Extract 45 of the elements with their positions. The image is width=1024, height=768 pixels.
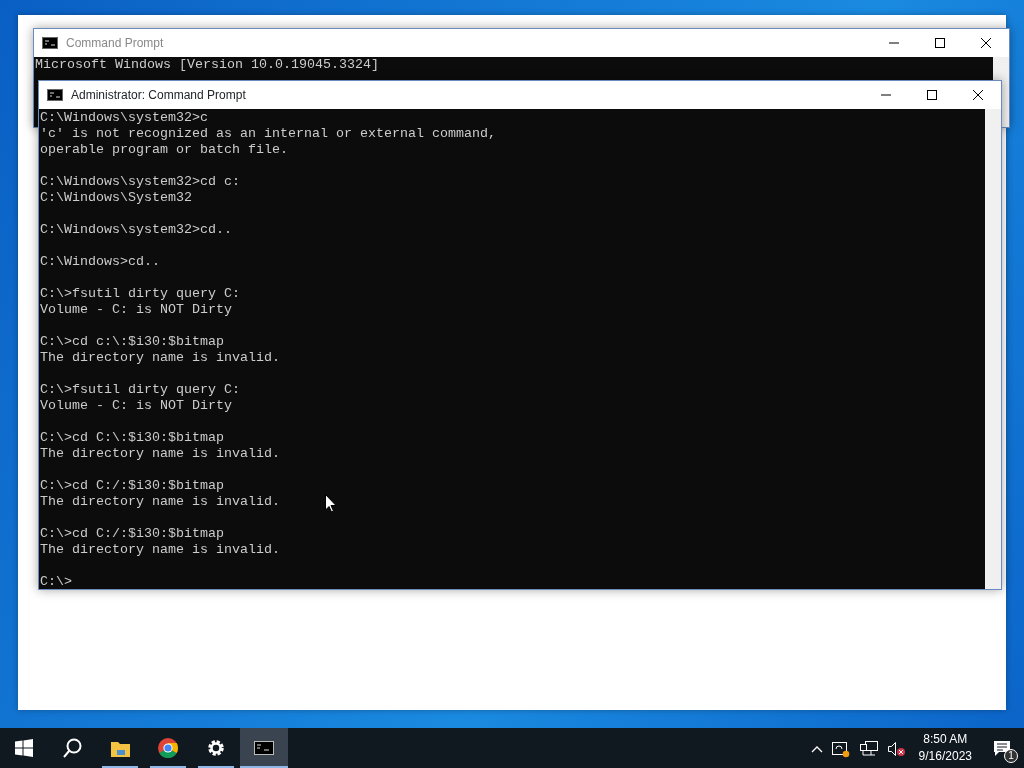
console-line: C:\>cd C:/:$i30:$bitmap bbox=[40, 478, 224, 494]
maximize-icon bbox=[935, 38, 945, 48]
chevron-up-icon[interactable] bbox=[810, 744, 823, 753]
console-line: C:\> bbox=[40, 574, 72, 590]
taskbar-app[interactable] bbox=[240, 728, 288, 768]
console-line: Volume - C: is NOT Dirty bbox=[40, 302, 232, 318]
console-line: The directory name is invalid. bbox=[40, 446, 280, 462]
console-line: Microsoft Windows [Version 10.0.19045.3324] bbox=[35, 57, 379, 73]
maximize-icon bbox=[927, 90, 937, 100]
close-icon bbox=[973, 90, 983, 100]
console-line: The directory name is invalid. bbox=[40, 494, 280, 510]
console-line: The directory name is invalid. bbox=[40, 350, 280, 366]
console-line: The directory name is invalid. bbox=[40, 542, 280, 558]
chrome-icon bbox=[158, 738, 178, 758]
search-icon bbox=[62, 738, 82, 758]
network-icon[interactable] bbox=[858, 739, 879, 758]
close-icon bbox=[981, 38, 991, 48]
scrollbar[interactable] bbox=[985, 109, 1001, 589]
console-line: Volume - C: is NOT Dirty bbox=[40, 398, 232, 414]
console-line: C:\Windows\system32>cd c: bbox=[40, 174, 240, 190]
notifications-button[interactable]: 1 bbox=[980, 728, 1024, 768]
console-icon bbox=[42, 37, 58, 49]
message-icon bbox=[993, 739, 1011, 757]
console-line: C:\Windows\system32>cd.. bbox=[40, 222, 232, 238]
console-line: C:\Windows\System32 bbox=[40, 190, 192, 206]
console-line: C:\>fsutil dirty query C: bbox=[40, 382, 240, 398]
console-icon bbox=[254, 738, 274, 758]
console-line: operable program or batch file. bbox=[40, 142, 288, 158]
console-line: C:\Windows\system32>c bbox=[40, 110, 208, 126]
window-title: Command Prompt bbox=[66, 35, 164, 52]
console-line: C:\>cd C:/:$i30:$bitmap bbox=[40, 526, 224, 542]
console-line: C:\>fsutil dirty query C: bbox=[40, 286, 240, 302]
clock-date[interactable]: 9/16/2023 bbox=[918, 748, 972, 765]
console-line: C:\>cd C:\:$i30:$bitmap bbox=[40, 430, 224, 446]
console-line: C:\>cd c:\:$i30:$bitmap bbox=[40, 334, 224, 350]
console-line: 'c' is not recognized as an internal or external command, bbox=[40, 126, 496, 142]
speaker-muted-icon[interactable] bbox=[886, 739, 907, 758]
notification-count: 1 bbox=[1004, 749, 1018, 763]
windows-logo-icon bbox=[15, 739, 33, 757]
console-line: C:\Windows>cd.. bbox=[40, 254, 160, 270]
gear-icon bbox=[206, 738, 226, 758]
window-title: Administrator: Command Prompt bbox=[71, 87, 246, 104]
clock-time[interactable]: 8:50 AM bbox=[918, 731, 972, 748]
console-icon bbox=[47, 89, 63, 101]
mouse-cursor-icon bbox=[325, 494, 337, 513]
